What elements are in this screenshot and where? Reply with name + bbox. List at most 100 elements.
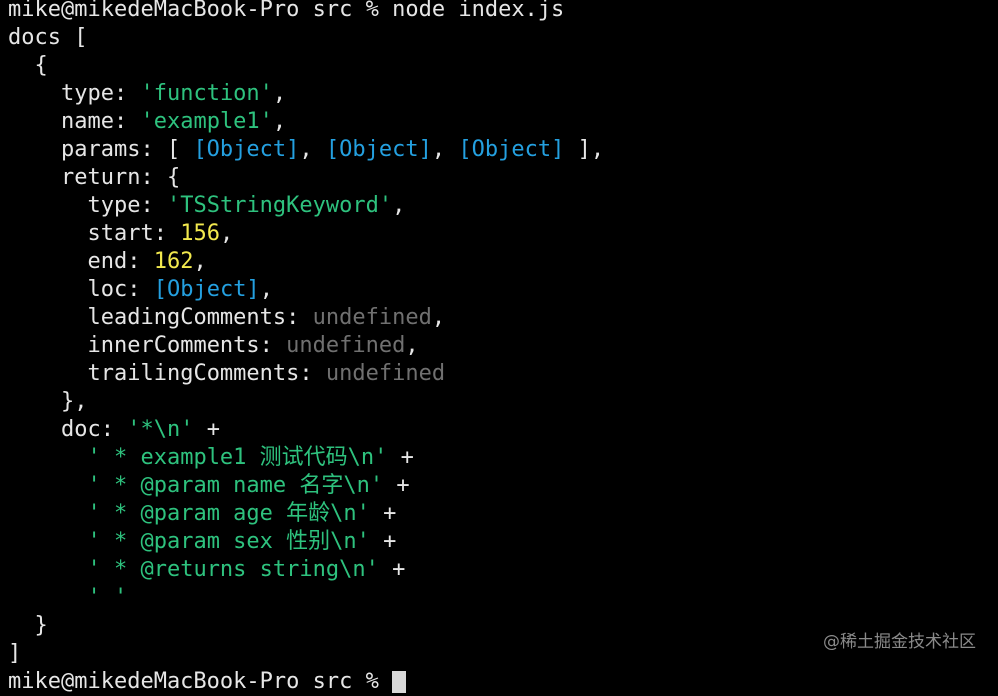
token-plain: trailingComments: — [87, 361, 326, 386]
output-line: end: 162, — [8, 248, 988, 276]
output-line: ' ' — [8, 584, 988, 612]
token-plain: end: — [87, 249, 154, 274]
output-line: innerComments: undefined, — [8, 332, 988, 360]
token-undef: undefined — [325, 361, 446, 386]
token-plain: , — [431, 305, 446, 330]
token-str: ' * @param sex 性别\n' — [87, 529, 370, 554]
token-obj: [Object] — [193, 137, 300, 162]
token-str: 'example1' — [140, 109, 273, 134]
output-line: ' * example1 测试代码\n' + — [8, 444, 988, 472]
next-prompt-line[interactable]: mike@mikedeMacBook-Pro src % — [8, 668, 988, 696]
token-obj: [Object] — [458, 137, 565, 162]
output-line: { — [8, 52, 988, 80]
token-plain: , — [193, 249, 207, 274]
token-plain: leadingComments: — [87, 305, 313, 330]
watermark-text: @稀土掘金技术社区 — [823, 632, 976, 652]
token-str: ' * @returns string\n' — [87, 557, 379, 582]
token-plain: , — [259, 277, 273, 302]
token-plain: type: — [60, 81, 141, 106]
token-num: 162 — [153, 249, 194, 274]
token-plain: , — [299, 137, 326, 162]
token-plain: , — [405, 333, 419, 358]
output-line: docs [ — [8, 24, 988, 52]
token-str: ' * @param name 名字\n' — [87, 473, 384, 498]
token-plain: ] — [8, 641, 22, 666]
token-str: '*\n' — [127, 417, 194, 442]
token-plain: start: — [87, 221, 181, 246]
output-line: doc: '*\n' + — [8, 416, 988, 444]
prompt-line: mike@mikedeMacBook-Pro src % node index.… — [8, 0, 565, 22]
output-line: ' * @param age 年龄\n' + — [8, 500, 988, 528]
token-plain: , — [219, 221, 234, 246]
output-line: return: { — [8, 164, 988, 192]
token-plain: }, — [60, 389, 88, 414]
token-plain: , — [272, 109, 287, 134]
output-lines: docs [ { type: 'function', name: 'exampl… — [8, 24, 988, 668]
token-undef: undefined — [286, 333, 406, 358]
token-plain: , — [431, 137, 459, 162]
output-line: type: 'function', — [8, 80, 988, 108]
token-plain: + — [378, 557, 406, 582]
output-line: leadingComments: undefined, — [8, 304, 988, 332]
token-plain: } — [34, 613, 48, 638]
output-line: ' * @returns string\n' + — [8, 556, 988, 584]
output-line: }, — [8, 388, 988, 416]
token-plain: , — [272, 81, 287, 106]
token-plain: doc: — [60, 417, 128, 442]
output-line: trailingComments: undefined — [8, 360, 988, 388]
token-plain: name: — [60, 109, 141, 134]
token-plain: params: [ — [60, 137, 194, 162]
token-plain: return: { — [60, 165, 181, 190]
token-plain: docs [ — [8, 25, 88, 50]
token-plain: + — [369, 501, 397, 526]
token-undef: undefined — [312, 305, 432, 330]
token-str: ' * @param age 年龄\n' — [87, 501, 370, 526]
token-obj: [Object] — [153, 277, 260, 302]
token-num: 156 — [180, 221, 220, 246]
terminal-output[interactable]: mike@mikedeMacBook-Pro src % node index.… — [8, 0, 988, 696]
token-str: 'function' — [140, 81, 273, 106]
token-plain: type: — [87, 193, 167, 218]
token-str: ' * example1 测试代码\n' — [87, 445, 388, 470]
token-plain: + — [387, 445, 414, 470]
output-line: params: [ [Object], [Object], [Object] ]… — [8, 136, 988, 164]
token-plain: + — [383, 473, 410, 498]
output-line: start: 156, — [8, 220, 988, 248]
token-str: 'TSStringKeyword' — [166, 193, 393, 218]
token-plain: ], — [564, 137, 605, 162]
cursor-block — [392, 671, 407, 693]
output-line: ' * @param sex 性别\n' + — [8, 528, 988, 556]
token-plain: , — [392, 193, 406, 218]
next-prompt-text: mike@mikedeMacBook-Pro src % — [8, 669, 393, 694]
token-plain: { — [34, 53, 48, 78]
output-line: name: 'example1', — [8, 108, 988, 136]
token-plain: loc: — [87, 277, 154, 302]
token-plain: + — [369, 529, 397, 554]
token-obj: [Object] — [325, 137, 432, 162]
token-str: ' ' — [87, 585, 128, 610]
token-plain: innerComments: — [87, 333, 287, 358]
token-plain: + — [193, 417, 220, 442]
output-line: type: 'TSStringKeyword', — [8, 192, 988, 220]
output-line: ' * @param name 名字\n' + — [8, 472, 988, 500]
